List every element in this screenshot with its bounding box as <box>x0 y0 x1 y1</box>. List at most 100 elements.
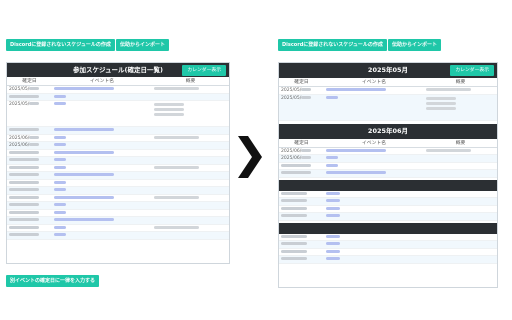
table-row[interactable]: 2025/06/ <box>279 148 497 155</box>
row-event-link[interactable] <box>52 157 152 164</box>
row-event-link[interactable] <box>324 198 424 205</box>
table-row[interactable] <box>7 157 229 165</box>
row-date <box>7 217 52 224</box>
row-date: 2025/06/ <box>7 142 52 149</box>
row-date <box>7 180 52 187</box>
table-row[interactable] <box>7 127 229 135</box>
table-row[interactable] <box>7 187 229 195</box>
table-row[interactable] <box>7 232 229 240</box>
row-event-link[interactable] <box>324 87 424 94</box>
table-row[interactable] <box>279 234 497 241</box>
table-row[interactable] <box>7 180 229 187</box>
table-row[interactable] <box>7 93 229 101</box>
row-event-link[interactable] <box>52 172 152 179</box>
bulk-input-button[interactable]: 別イベントの確定日に一律を入力する <box>6 275 100 287</box>
row-summary <box>424 206 497 213</box>
table-row[interactable] <box>279 198 497 206</box>
table-row[interactable] <box>7 210 229 217</box>
row-date <box>7 172 52 179</box>
table-row[interactable] <box>7 217 229 225</box>
row-event-link[interactable] <box>324 163 424 170</box>
table-row[interactable]: 2025/06/ <box>279 155 497 163</box>
column-header-event: イベント名 <box>90 79 114 84</box>
table-row[interactable] <box>7 150 229 157</box>
row-summary <box>424 163 497 170</box>
row-date <box>7 150 52 157</box>
row-event-link[interactable] <box>52 127 152 134</box>
table-row[interactable] <box>279 191 497 198</box>
column-header-summary: 概要 <box>185 79 196 84</box>
table-row[interactable] <box>279 249 497 256</box>
calendar-view-button[interactable]: カレンダー表示 <box>182 64 226 76</box>
table-row[interactable] <box>7 202 229 210</box>
row-summary <box>424 256 497 263</box>
row-event-link[interactable] <box>324 170 424 177</box>
row-date <box>7 232 52 239</box>
row-event-link[interactable] <box>52 101 152 126</box>
table-row[interactable] <box>7 165 229 172</box>
row-event-link[interactable] <box>52 86 152 93</box>
row-event-link[interactable] <box>52 225 152 232</box>
row-summary <box>152 172 229 179</box>
create-schedule-button[interactable]: Discordに登録されないスケジュールの作成 <box>6 39 115 51</box>
row-date <box>7 165 52 172</box>
row-event-link[interactable] <box>324 241 424 248</box>
row-event-link[interactable] <box>324 148 424 155</box>
row-event-link[interactable] <box>52 142 152 149</box>
column-header-event: イベント名 <box>362 140 386 146</box>
row-summary <box>152 195 229 202</box>
row-event-link[interactable] <box>324 206 424 213</box>
row-event-link[interactable] <box>52 94 152 101</box>
row-date <box>7 195 52 202</box>
row-event-link[interactable] <box>324 249 424 256</box>
table-row[interactable] <box>7 195 229 202</box>
row-summary <box>424 198 497 205</box>
row-event-link[interactable] <box>52 180 152 187</box>
create-schedule-button-right[interactable]: Discordに登録されないスケジュールの作成 <box>278 39 387 51</box>
table-row[interactable]: 2025/06/ <box>7 142 229 150</box>
month-header-blurred <box>279 179 497 191</box>
row-event-link[interactable] <box>324 256 424 263</box>
import-button-right[interactable]: 伝助からインポート <box>388 39 442 51</box>
table-row[interactable] <box>279 170 497 178</box>
row-event-link[interactable] <box>52 165 152 172</box>
row-summary <box>424 155 497 162</box>
row-event-link[interactable] <box>52 202 152 209</box>
table-row[interactable]: 2025/05/ <box>7 86 229 94</box>
calendar-view-button-right[interactable]: カレンダー表示 <box>450 65 494 76</box>
row-event-link[interactable] <box>324 95 424 120</box>
table-row[interactable] <box>7 225 229 232</box>
table-row[interactable] <box>279 206 497 213</box>
row-event-link[interactable] <box>324 191 424 198</box>
table-row[interactable] <box>279 241 497 249</box>
table-row[interactable]: 2025/06/ <box>7 135 229 142</box>
row-event-link[interactable] <box>324 213 424 220</box>
row-summary <box>152 187 229 194</box>
month-header-may: 2025年05月 カレンダー表示 <box>279 63 497 78</box>
row-event-link[interactable] <box>52 195 152 202</box>
table-row[interactable] <box>279 256 497 264</box>
row-event-link[interactable] <box>324 155 424 162</box>
table-row[interactable] <box>279 163 497 170</box>
row-event-link[interactable] <box>52 210 152 217</box>
row-event-link[interactable] <box>52 217 152 224</box>
row-date <box>279 170 324 177</box>
import-button[interactable]: 伝助からインポート <box>116 39 170 51</box>
row-event-link[interactable] <box>52 150 152 157</box>
row-event-link[interactable] <box>52 232 152 239</box>
table-row[interactable] <box>7 172 229 180</box>
schedule-panel: 参加スケジュール(確定日一覧) カレンダー表示 確定日 イベント名 概要 202… <box>6 62 230 264</box>
row-summary <box>152 225 229 232</box>
table-row[interactable] <box>279 213 497 221</box>
table-row[interactable]: 2025/05/ <box>279 94 497 121</box>
row-event-link[interactable] <box>52 187 152 194</box>
row-date: 2025/05/ <box>7 86 52 93</box>
row-date: 2025/05/ <box>7 101 52 126</box>
may-table-body: 2025/05/2025/05/ <box>279 87 497 121</box>
row-event-link[interactable] <box>324 234 424 241</box>
row-event-link[interactable] <box>52 135 152 142</box>
table-row[interactable]: 2025/05/ <box>279 87 497 95</box>
column-header-event: イベント名 <box>362 80 386 85</box>
row-date <box>279 256 324 263</box>
table-row[interactable]: 2025/05/ <box>7 101 229 127</box>
